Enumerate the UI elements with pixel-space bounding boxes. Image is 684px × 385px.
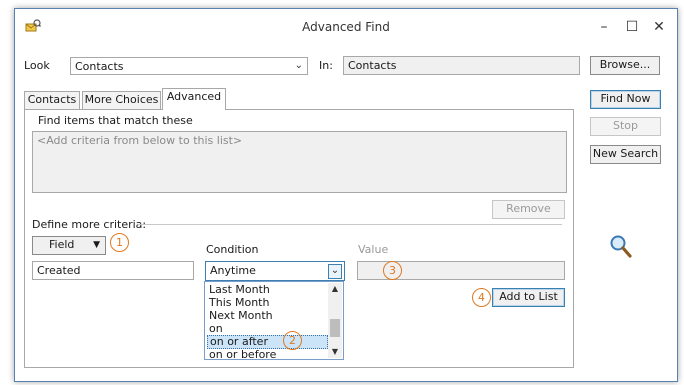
chevron-down-icon: ⌄	[328, 264, 342, 279]
browse-button[interactable]: Browse...	[590, 56, 660, 75]
title-bar: Advanced Find – ☐ ✕	[15, 9, 677, 47]
step-badge-2: 2	[283, 331, 302, 350]
tab-contacts[interactable]: Contacts	[24, 91, 80, 109]
value-label: Value	[358, 243, 389, 256]
tab-more-choices[interactable]: More Choices	[82, 91, 161, 109]
remove-button[interactable]: Remove	[492, 200, 565, 219]
field-input[interactable]: Created	[32, 261, 194, 280]
condition-option-selected[interactable]: on or after	[207, 335, 328, 349]
look-dropdown[interactable]: Contacts ⌄	[70, 57, 308, 75]
list-scrollbar[interactable]: ▲ ▼	[328, 283, 342, 358]
field-dropdown-icon: ▼	[93, 240, 100, 250]
magnifier-icon	[610, 235, 632, 258]
step-badge-1: 1	[110, 233, 129, 252]
in-label: In:	[319, 59, 333, 72]
field-button-label: Field	[49, 238, 75, 251]
condition-label: Condition	[206, 243, 259, 256]
stop-button[interactable]: Stop	[590, 117, 661, 136]
step-badge-4: 4	[472, 288, 491, 307]
define-criteria-heading: Define more criteria:	[32, 218, 147, 231]
scroll-down-icon[interactable]: ▼	[328, 346, 342, 358]
condition-value: Anytime	[210, 264, 256, 277]
add-to-list-button[interactable]: Add to List	[492, 288, 565, 307]
find-now-button[interactable]: Find Now	[590, 90, 661, 109]
close-button[interactable]: ✕	[646, 17, 672, 37]
scroll-thumb[interactable]	[330, 319, 340, 337]
step-badge-3: 3	[383, 261, 402, 280]
criteria-placeholder: <Add criteria from below to this list>	[37, 134, 243, 147]
condition-option[interactable]: This Month	[207, 296, 330, 309]
maximize-button[interactable]: ☐	[619, 17, 645, 37]
look-value: Contacts	[75, 60, 124, 73]
window-title: Advanced Find	[302, 20, 390, 34]
condition-option[interactable]: on	[207, 322, 330, 335]
chevron-down-icon: ⌄	[294, 60, 303, 71]
new-search-button[interactable]: New Search	[590, 145, 661, 164]
scroll-up-icon[interactable]: ▲	[328, 283, 342, 295]
condition-option[interactable]: Last Month	[207, 283, 330, 296]
divider	[138, 224, 562, 225]
condition-dropdown[interactable]: Anytime ⌄	[205, 261, 345, 281]
condition-option[interactable]: Next Month	[207, 309, 330, 322]
tab-advanced[interactable]: Advanced	[162, 88, 226, 110]
look-label: Look	[24, 59, 50, 72]
criteria-heading: Find items that match these	[38, 114, 193, 127]
minimize-button[interactable]: –	[591, 17, 617, 37]
criteria-list[interactable]: <Add criteria from below to this list>	[32, 131, 567, 193]
condition-option[interactable]: on or before	[207, 348, 330, 359]
field-button[interactable]: Field ▼	[32, 236, 106, 255]
in-field[interactable]: Contacts	[343, 56, 580, 75]
condition-options-list[interactable]: Last Month This Month Next Month on on o…	[204, 281, 344, 360]
